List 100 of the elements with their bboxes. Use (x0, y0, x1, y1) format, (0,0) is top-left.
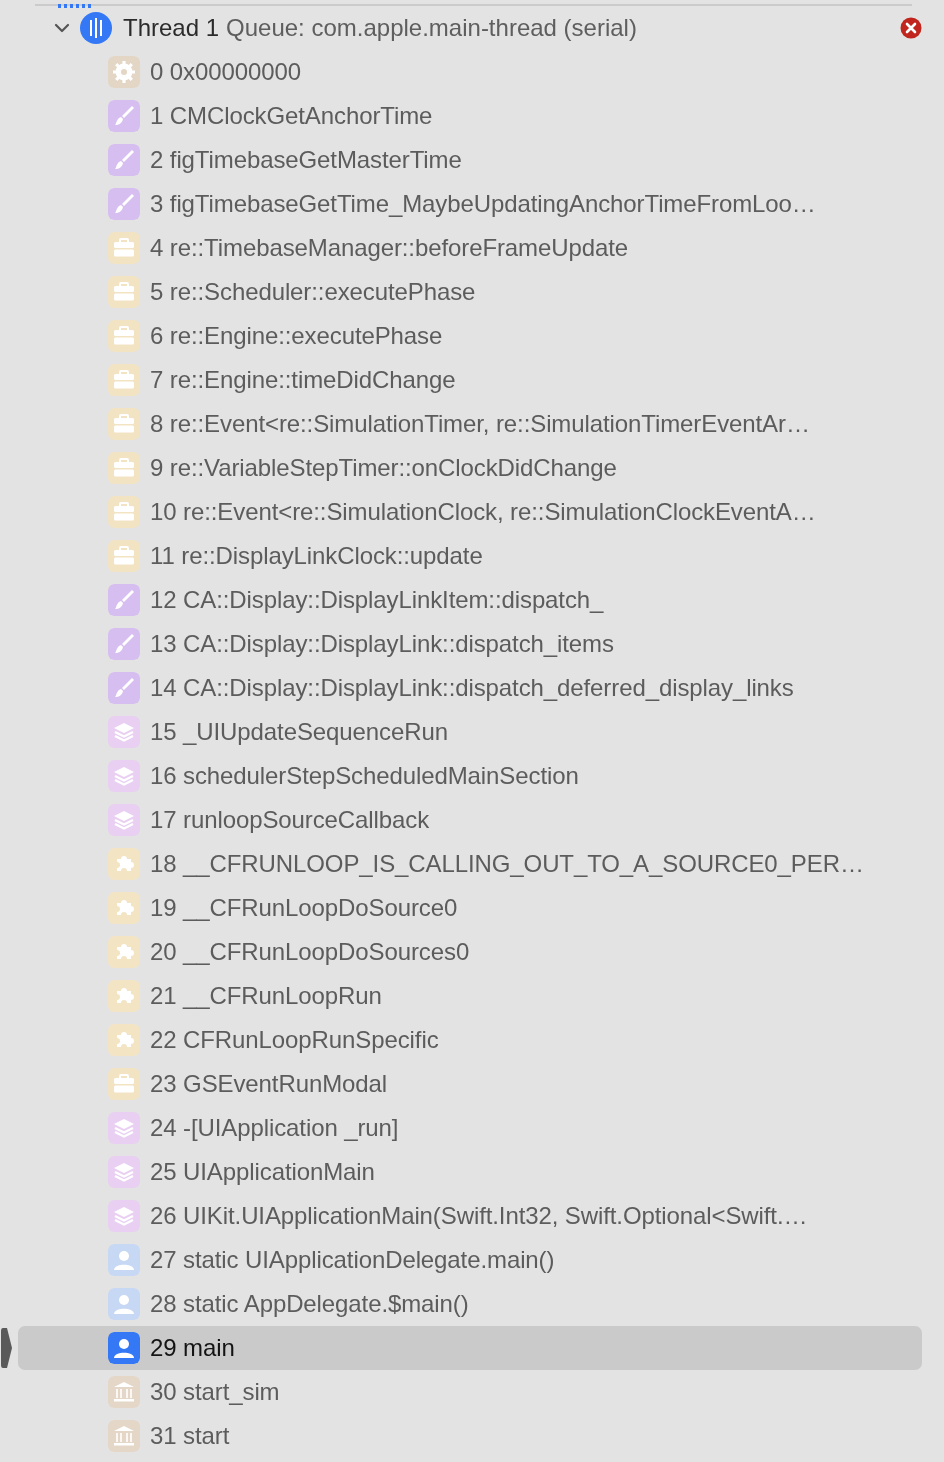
stack-frame-row[interactable]: 7 re::Engine::timeDidChange (18, 358, 922, 402)
paintbrush-icon (108, 144, 140, 176)
frame-label: 25 UIApplicationMain (150, 1157, 375, 1187)
puzzle-piece-icon (108, 1024, 140, 1056)
stack-frame-row[interactable]: 21 __CFRunLoopRun (18, 974, 922, 1018)
frame-label: 11 re::DisplayLinkClock::update (150, 541, 483, 571)
stack-frame-row[interactable]: 4 re::TimebaseManager::beforeFrameUpdate (18, 226, 922, 270)
paintbrush-icon (108, 100, 140, 132)
frame-label: 8 re::Event<re::SimulationTimer, re::SimulationTimerEventAr… (150, 409, 810, 439)
frame-label: 31 start (150, 1421, 230, 1451)
puzzle-piece-icon (108, 892, 140, 924)
progress-ticks-icon (58, 4, 92, 8)
puzzle-piece-icon (108, 848, 140, 880)
puzzle-piece-icon (108, 980, 140, 1012)
stack-frame-row[interactable]: 26 UIKit.UIApplicationMain(Swift.Int32, Swift.Optional<Swift.… (18, 1194, 922, 1238)
frame-label: 19 __CFRunLoopDoSource0 (150, 893, 458, 923)
toolbox-icon (108, 232, 140, 264)
stack-frame-row[interactable]: 14 CA::Display::DisplayLink::dispatch_deferred_display_links (18, 666, 922, 710)
stack-frame-row[interactable]: 18 __CFRUNLOOP_IS_CALLING_OUT_TO_A_SOURCE0_PER… (18, 842, 922, 886)
layers-icon (108, 716, 140, 748)
frame-label: 1 CMClockGetAnchorTime (150, 101, 433, 131)
stack-frame-row[interactable]: 22 CFRunLoopRunSpecific (18, 1018, 922, 1062)
frame-label: 24 -[UIApplication _run] (150, 1113, 399, 1143)
frame-label: 21 __CFRunLoopRun (150, 981, 382, 1011)
person-icon (108, 1332, 140, 1364)
paintbrush-icon (108, 188, 140, 220)
frame-label: 12 CA::Display::DisplayLinkItem::dispatch_ (150, 585, 604, 615)
frame-label: 16 schedulerStepScheduledMainSection (150, 761, 579, 791)
toolbox-icon (108, 496, 140, 528)
thread-name: Thread 1 (123, 13, 220, 43)
person-icon (108, 1244, 140, 1276)
frame-label: 13 CA::Display::DisplayLink::dispatch_items (150, 629, 614, 659)
layers-icon (108, 804, 140, 836)
stack-frame-row[interactable]: 9 re::VariableStepTimer::onClockDidChange (18, 446, 922, 490)
frame-label: 14 CA::Display::DisplayLink::dispatch_deferred_display_links (150, 673, 794, 703)
stack-frame-row[interactable]: 20 __CFRunLoopDoSources0 (18, 930, 922, 974)
puzzle-piece-icon (108, 936, 140, 968)
frame-label: 22 CFRunLoopRunSpecific (150, 1025, 439, 1055)
toolbox-icon (108, 408, 140, 440)
toolbox-icon (108, 452, 140, 484)
frame-label: 18 __CFRUNLOOP_IS_CALLING_OUT_TO_A_SOURCE0_PER… (150, 849, 864, 879)
stack-frame-row[interactable]: 2 figTimebaseGetMasterTime (18, 138, 922, 182)
frame-label: 10 re::Event<re::SimulationClock, re::SimulationClockEventA… (150, 497, 816, 527)
frame-label: 20 __CFRunLoopDoSources0 (150, 937, 470, 967)
frame-label: 2 figTimebaseGetMasterTime (150, 145, 462, 175)
paintbrush-icon (108, 628, 140, 660)
layers-icon (108, 760, 140, 792)
toolbox-icon (108, 364, 140, 396)
layers-icon (108, 1200, 140, 1232)
toolbox-icon (108, 540, 140, 572)
frame-label: 28 static AppDelegate.$main() (150, 1289, 469, 1319)
stack-frame-row[interactable]: 0 0x00000000 (18, 50, 922, 94)
frame-label: 6 re::Engine::executePhase (150, 321, 443, 351)
frame-label: 29 main (150, 1333, 235, 1363)
frame-label: 5 re::Scheduler::executePhase (150, 277, 476, 307)
stack-frame-row[interactable]: 24 -[UIApplication _run] (18, 1106, 922, 1150)
toolbox-icon (108, 320, 140, 352)
stack-frame-row[interactable]: 16 schedulerStepScheduledMainSection (18, 754, 922, 798)
stack-frame-row[interactable]: 19 __CFRunLoopDoSource0 (18, 886, 922, 930)
current-frame-marker-icon (1, 1328, 13, 1368)
stack-frame-row[interactable]: 12 CA::Display::DisplayLinkItem::dispatch_ (18, 578, 922, 622)
stack-frame-row[interactable]: 13 CA::Display::DisplayLink::dispatch_items (18, 622, 922, 666)
stack-frame-row[interactable]: 27 static UIApplicationDelegate.main() (18, 1238, 922, 1282)
frame-label: 30 start_sim (150, 1377, 280, 1407)
frame-label: 3 figTimebaseGetTime_MaybeUpdatingAnchorTimeFromLoo… (150, 189, 816, 219)
stack-frame-row[interactable]: 15 _UIUpdateSequenceRun (18, 710, 922, 754)
stack-frame-row[interactable]: 3 figTimebaseGetTime_MaybeUpdatingAnchorTimeFromLoo… (18, 182, 922, 226)
frame-label: 7 re::Engine::timeDidChange (150, 365, 456, 395)
stack-frame-row[interactable]: 17 runloopSourceCallback (18, 798, 922, 842)
queue-label: Queue: com.apple.main-thread (serial) (226, 13, 637, 43)
columns-building-icon (108, 1376, 140, 1408)
frame-label: 0 0x00000000 (150, 57, 301, 87)
columns-building-icon (108, 1420, 140, 1452)
stack-frame-row[interactable]: 28 static AppDelegate.$main() (18, 1282, 922, 1326)
stack-frame-row[interactable]: 31 start (18, 1414, 922, 1458)
toolbox-icon (108, 1068, 140, 1100)
frame-label: 17 runloopSourceCallback (150, 805, 430, 835)
stack-frame-row[interactable]: 25 UIApplicationMain (18, 1150, 922, 1194)
frame-label: 4 re::TimebaseManager::beforeFrameUpdate (150, 233, 629, 263)
frame-label: 27 static UIApplicationDelegate.main() (150, 1245, 555, 1275)
stack-frame-row[interactable]: 8 re::Event<re::SimulationTimer, re::SimulationTimerEventAr… (18, 402, 922, 446)
frame-label: 26 UIKit.UIApplicationMain(Swift.Int32, Swift.Optional<Swift.… (150, 1201, 808, 1231)
frame-label: 9 re::VariableStepTimer::onClockDidChange (150, 453, 617, 483)
frame-label: 15 _UIUpdateSequenceRun (150, 717, 448, 747)
stack-frame-row[interactable]: 6 re::Engine::executePhase (18, 314, 922, 358)
stack-frame-row[interactable]: 5 re::Scheduler::executePhase (18, 270, 922, 314)
layers-icon (108, 1156, 140, 1188)
stack-frame-row[interactable]: 23 GSEventRunModal (18, 1062, 922, 1106)
paintbrush-icon (108, 584, 140, 616)
stack-frame-row[interactable]: 1 CMClockGetAnchorTime (18, 94, 922, 138)
gear-icon (108, 56, 140, 88)
stack-frame-row[interactable]: 11 re::DisplayLinkClock::update (18, 534, 922, 578)
thread-icon (80, 12, 112, 44)
layers-icon (108, 1112, 140, 1144)
person-icon (108, 1288, 140, 1320)
toolbox-icon (108, 276, 140, 308)
paintbrush-icon (108, 672, 140, 704)
stack-frame-row[interactable]: 30 start_sim (18, 1370, 922, 1414)
frame-label: 23 GSEventRunModal (150, 1069, 387, 1099)
stack-frame-row[interactable]: 10 re::Event<re::SimulationClock, re::SimulationClockEventA… (18, 490, 922, 534)
